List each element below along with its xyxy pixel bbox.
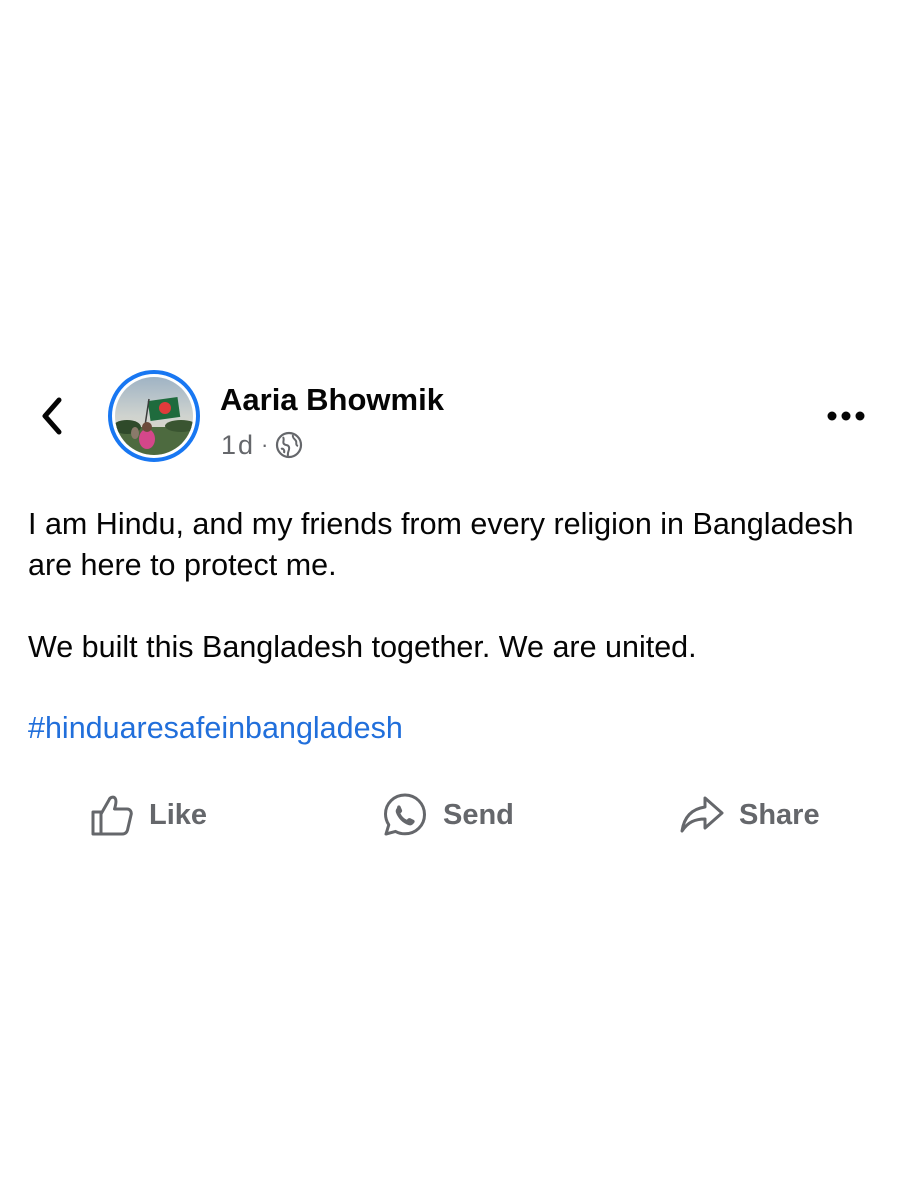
more-options-button[interactable] <box>822 398 870 434</box>
back-button[interactable] <box>30 394 74 438</box>
more-horizontal-icon <box>827 411 865 421</box>
share-button[interactable]: Share <box>679 790 820 840</box>
avatar-photo <box>115 377 193 455</box>
share-label: Share <box>739 798 820 831</box>
globe-icon <box>275 431 303 459</box>
send-label: Send <box>443 798 514 831</box>
hashtag-link[interactable]: #hinduaresafeinbangladesh <box>28 708 403 749</box>
post-time[interactable]: 1d <box>221 430 255 461</box>
avatar[interactable] <box>108 370 200 462</box>
whatsapp-icon <box>381 791 429 839</box>
send-button[interactable]: Send <box>381 790 514 840</box>
post-meta: 1d · <box>221 428 303 462</box>
author-name[interactable]: Aaria Bhowmik <box>220 382 444 418</box>
meta-separator: · <box>261 432 269 457</box>
like-label: Like <box>149 798 208 831</box>
post-paragraph: We built this Bangladesh together. We ar… <box>28 630 697 664</box>
chevron-left-icon <box>42 397 62 435</box>
share-arrow-icon <box>679 792 725 838</box>
thumbs-up-icon <box>89 792 135 838</box>
post-paragraph: I am Hindu, and my friends from every re… <box>28 507 854 582</box>
post-body: I am Hindu, and my friends from every re… <box>28 504 878 668</box>
like-button[interactable]: Like <box>89 790 207 840</box>
